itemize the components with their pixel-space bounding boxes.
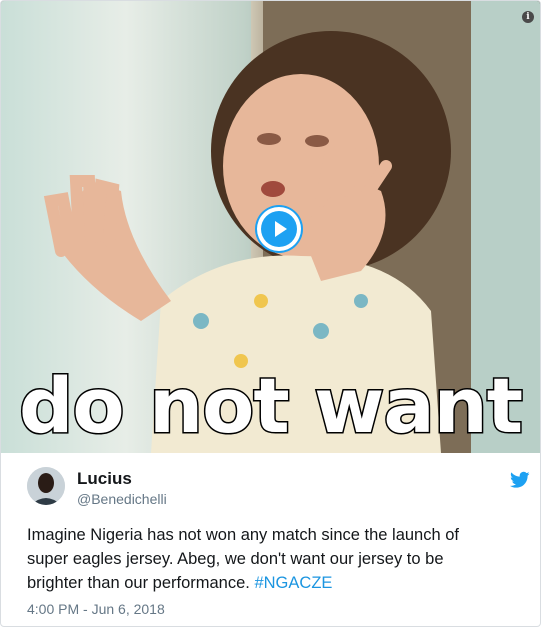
embedded-tweet-card: do not want i Lucius @Benedichelli Imagi… — [0, 0, 541, 627]
author-avatar[interactable] — [27, 467, 65, 505]
tweet-timestamp[interactable]: 4:00 PM - Jun 6, 2018 — [27, 601, 165, 617]
play-icon — [261, 211, 297, 247]
hashtag-link[interactable]: #NGACZE — [254, 574, 332, 592]
twitter-bird-icon[interactable] — [510, 471, 530, 489]
play-button[interactable] — [257, 207, 301, 251]
author-name[interactable]: Lucius — [77, 469, 132, 489]
tweet-media[interactable]: do not want i — [1, 1, 540, 453]
avatar-image — [27, 467, 65, 505]
gif-caption: do not want — [17, 360, 524, 452]
author-handle[interactable]: @Benedichelli — [77, 491, 167, 507]
info-icon[interactable]: i — [522, 11, 534, 23]
tweet-body: Imagine Nigeria has not won any match si… — [27, 526, 459, 592]
tweet-text: Imagine Nigeria has not won any match si… — [27, 523, 517, 595]
